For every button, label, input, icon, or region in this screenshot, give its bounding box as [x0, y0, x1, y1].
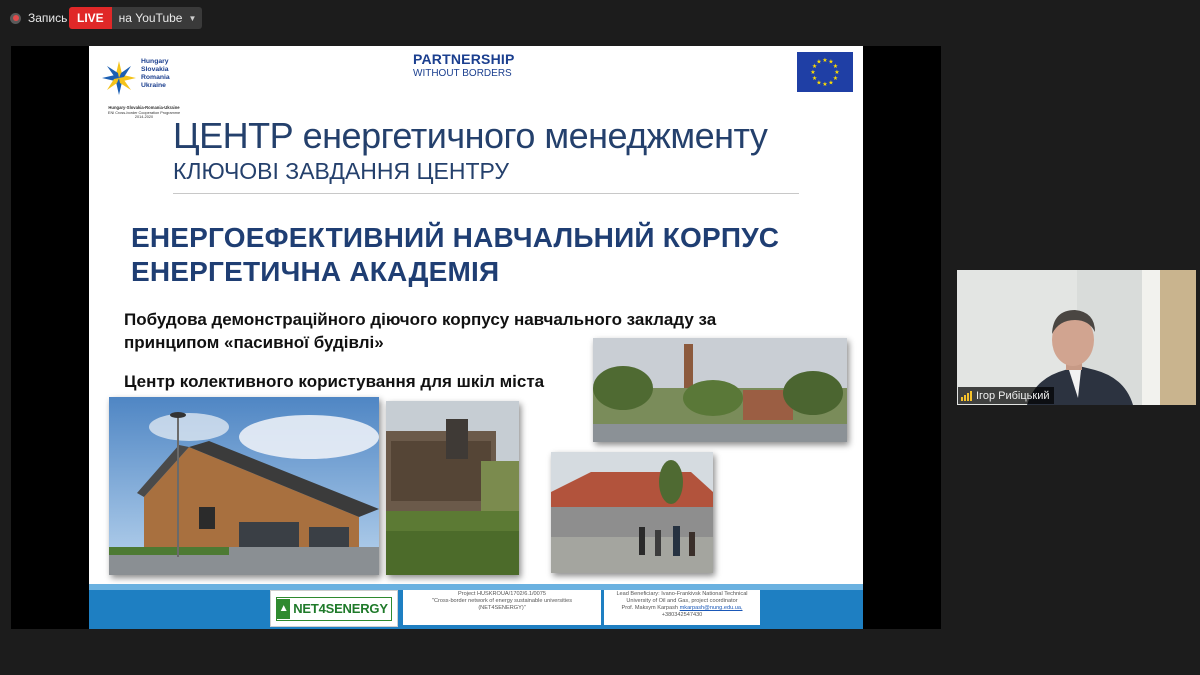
live-stream-button[interactable]: LIVE на YouTube ▼: [69, 7, 203, 29]
svg-text:★: ★: [812, 75, 817, 82]
net4senergy-logo: ▲ NET4SENERGY: [270, 590, 398, 627]
recording-label: Запись: [28, 11, 68, 25]
logo-programme-line2: ENI Cross-border Cooperation Programme: [107, 110, 181, 115]
net4senergy-mark-icon: ▲: [277, 598, 291, 619]
lead-line2: University of Oil and Gas, project coord…: [626, 598, 738, 604]
live-destination-label: на YouTube: [118, 11, 183, 25]
photo-people-building: [551, 452, 713, 573]
lead-name: Prof. Maksym Karpash: [621, 605, 679, 611]
participant-video: [957, 270, 1196, 405]
heading-building: ЕНЕРГОЕФЕКТИВНИЙ НАВЧАЛЬНИЙ КОРПУС: [131, 222, 780, 253]
programme-logo: Hungary Slovakia Romania Ukraine Hungary…: [97, 56, 183, 119]
presentation-slide: Hungary Slovakia Romania Ukraine Hungary…: [89, 46, 863, 629]
project-line2: "Cross-border network of energy sustaina…: [431, 598, 573, 604]
participant-name: Ігор Рибіцький: [976, 389, 1050, 402]
chevron-down-icon[interactable]: ▼: [188, 14, 196, 23]
project-line3: (NET4SENERGY)": [478, 605, 526, 611]
slide-subtitle: КЛЮЧОВІ ЗАВДАННЯ ЦЕНТРУ: [173, 158, 509, 184]
footer-project-info: Project HUSKROUA/1702/6.1/0075 "Cross-bo…: [403, 590, 601, 625]
record-icon: [10, 12, 21, 24]
shared-screen: Hungary Slovakia Romania Ukraine Hungary…: [11, 46, 941, 629]
lead-phone: +380342547430: [661, 612, 703, 618]
partnership-line2: WITHOUT BORDERS: [413, 68, 512, 79]
bullet-passive-building-line1: Побудова демонстраційного діючого корпус…: [124, 310, 717, 329]
logo-countries: Hungary Slovakia Romania Ukraine: [141, 58, 170, 90]
bullet-shared-center: Центр колективного користування для шкіл…: [124, 372, 545, 391]
partnership-heading: PARTNERSHIP WITHOUT BORDERS: [413, 51, 523, 79]
logo-country: Hungary: [141, 58, 169, 65]
programme-star-icon: [102, 61, 136, 95]
photo-campus-chimney: [593, 338, 847, 442]
lead-line3: Prof. Maksym Karpash mkarpash@nung.edu.u…: [604, 605, 760, 612]
heading-academy: ЕНЕРГЕТИЧНА АКАДЕМІЯ: [131, 256, 500, 287]
participant-video-tile[interactable]: Ігор Рибіцький: [957, 270, 1196, 405]
logo-programme-line3: 2014-2020: [134, 115, 154, 119]
live-destination[interactable]: на YouTube ▼: [111, 7, 203, 29]
live-badge: LIVE: [69, 7, 112, 29]
recording-indicator[interactable]: Запись: [10, 8, 67, 28]
project-line1: Project HUSKROUA/1702/6.1/0075: [458, 591, 546, 597]
photo-industrial-building: [386, 401, 519, 575]
footer-lead-info: Lead Beneficiary: Ivano-Frankivsk Nation…: [604, 590, 760, 625]
lead-line1: Lead Beneficiary: Ivano-Frankivsk Nation…: [616, 591, 748, 597]
lead-email-link[interactable]: mkarpash@nung.edu.ua,: [680, 605, 743, 611]
logo-country: Slovakia: [141, 66, 169, 73]
svg-text:★: ★: [810, 69, 815, 76]
svg-text:★: ★: [822, 81, 827, 88]
partnership-line1: PARTNERSHIP: [413, 51, 515, 67]
logo-country: Ukraine: [141, 82, 166, 89]
connection-signal-icon: [961, 390, 972, 401]
slide-title: ЦЕНТР енергетичного менеджменту: [173, 115, 768, 156]
logo-programme-line1: Hungary-Slovakia-Romania-Ukraine: [108, 105, 180, 110]
logo-country: Romania: [141, 74, 170, 81]
svg-text:★: ★: [828, 79, 833, 86]
photo-passive-house: [109, 397, 379, 575]
eu-flag-icon: ★ ★ ★ ★ ★ ★ ★ ★ ★ ★ ★ ★: [797, 52, 853, 92]
bullet-passive-building-line2: принципом «пасивної будівлі»: [124, 333, 384, 352]
title-divider: [173, 193, 799, 194]
participant-name-tag: Ігор Рибіцький: [958, 387, 1055, 404]
net4senergy-text: NET4SENERGY: [293, 601, 388, 616]
svg-text:★: ★: [816, 59, 821, 66]
svg-text:★: ★: [822, 57, 827, 64]
